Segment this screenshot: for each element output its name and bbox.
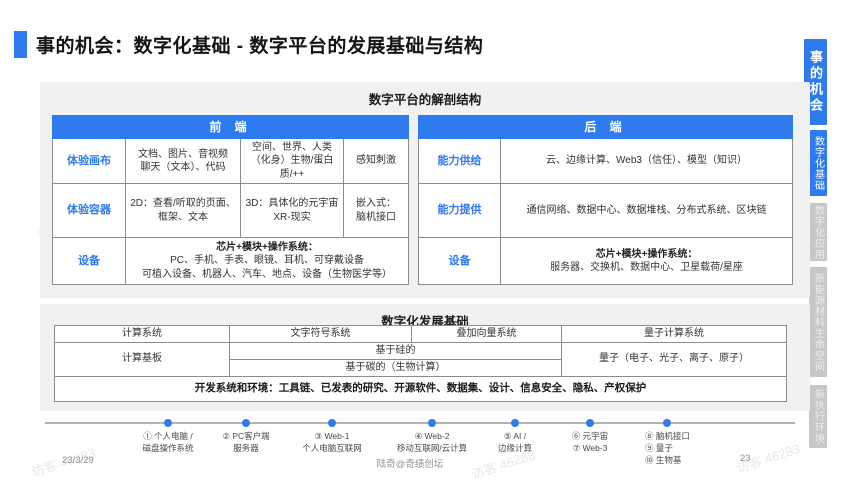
cell-line: 脑机接口 [356,212,396,223]
timeline-dot [586,419,594,427]
timeline-dot [511,419,519,427]
table-cell: 云、边缘计算、Web3（信任）、模型（知识） [501,139,793,184]
cell-line: 文档、图片、音视频 [138,149,228,160]
table-cell: 嵌入式： 脑机接口 [344,184,409,238]
timeline-line: 个人电脑互联网 [302,443,362,453]
footer-date: 23/3/29 [62,455,94,466]
timeline-label-4: ④ Web-2 移动互联网/云计算 [397,431,467,455]
table-row: 计算系统 文字符号系统 叠加向量系统 量子计算系统 [55,326,787,343]
footer-author: 陆奇@奇绩创坛 [330,456,490,470]
title-accent-bar [14,31,27,58]
sidebar-tab-new-exec-env[interactable]: 新执行环境 [809,385,827,448]
timeline-label-2: ② PC客户端 服务器 [222,431,269,455]
row-label: 能力供给 [419,139,501,184]
table-cell: 量子计算系统 [562,326,787,343]
timeline-line: ⑨ 量子 [645,443,673,453]
table-cell: 芯片+模块+操作系统： PC、手机、手表、眼镜、耳机、可穿戴设备 可植入设备、机… [126,238,409,285]
foundation-panel: 数字化发展基础 计算系统 文字符号系统 叠加向量系统 量子计算系统 计算基板 基… [40,304,810,411]
row-label: 设备 [53,238,126,285]
timeline-axis [45,422,795,424]
cell-line: 可植入设备、机器人、汽车、地点、设备（生物医学等） [142,269,392,280]
row-label: 体验画布 [53,139,126,184]
back-end-table: 后 端 能力供给 云、边缘计算、Web3（信任）、模型（知识） 能力提供 通信网… [418,115,793,285]
table-cell: 3D：具体化的元宇宙 XR-现实 [241,184,344,238]
timeline-line: ① 个人电脑 / [143,431,193,441]
cell-line: XR-现实 [273,212,310,223]
table-cell: 感知刺激 [344,139,409,184]
table-row: 设备 芯片+模块+操作系统： PC、手机、手表、眼镜、耳机、可穿戴设备 可植入设… [53,238,409,285]
timeline-dot [242,419,250,427]
table-cell: 基于碳的（生物计算） [230,359,562,376]
foundation-table: 计算系统 文字符号系统 叠加向量系统 量子计算系统 计算基板 基于硅的 量子（电… [54,325,787,402]
timeline-line: ⑤ AI / [504,431,526,441]
table-row: 体验容器 2D：查看/听取的页面、框架、文本 3D：具体化的元宇宙 XR-现实 … [53,184,409,238]
timeline-line: ⑧ 脑机接口 [645,431,690,441]
table-cell: 文字符号系统 [230,326,412,343]
table-cell: 2D：查看/听取的页面、框架、文本 [126,184,241,238]
timeline-line: ⑩ 生物基 [645,455,681,465]
timeline-line: ③ Web-1 [315,431,350,441]
table-row: 能力供给 云、边缘计算、Web3（信任）、模型（知识） [419,139,793,184]
timeline-line: 服务器 [233,443,259,453]
timeline-line: 移动互联网/云计算 [397,443,467,453]
page-title: 事的机会：数字化基础 - 数字平台的发展基础与结构 [36,31,483,58]
table-cell: 计算基板 [55,342,230,376]
table-cell: 基于硅的 [230,342,562,359]
footer-page-number: 23 [740,453,751,464]
timeline-line: ④ Web-2 [415,431,450,441]
timeline-dot [428,419,436,427]
front-end-header: 前 端 [53,116,409,139]
timeline-label-5: ⑤ AI / 边缘计算 [498,431,532,455]
cell-line: 聊天（文本）、代码 [141,162,226,173]
timeline-line: ⑥ 元宇宙 [572,431,608,441]
table-cell: 计算系统 [55,326,230,343]
anatomy-panel-title: 数字平台的解剖结构 [40,82,810,108]
cell-line: 服务器、交换机、数据中心、卫星载荷/星座 [550,262,743,273]
sidebar-tab-digital-base[interactable]: 数字化基础 [809,130,827,196]
table-cell: 文档、图片、音视频 聊天（文本）、代码 [126,139,241,184]
timeline-label-7: ⑧ 脑机接口 ⑨ 量子 ⑩ 生物基 [645,431,690,467]
table-cell: 通信网络、数据中心、数据堆栈、分布式系统、区块链 [501,184,793,238]
slide-canvas: 访客 46283 访客 46283 访客 46283 访客 46283 访客 4… [0,0,853,489]
cell-bold-line: 芯片+模块+操作系统： [596,249,698,260]
table-row: 设备 芯片+模块+操作系统： 服务器、交换机、数据中心、卫星载荷/星座 [419,238,793,285]
table-row: 能力提供 通信网络、数据中心、数据堆栈、分布式系统、区块链 [419,184,793,238]
table-row: 体验画布 文档、图片、音视频 聊天（文本）、代码 空间、世界、人类（化身）生物/… [53,139,409,184]
cell-line: PC、手机、手表、眼镜、耳机、可穿戴设备 [170,255,364,266]
row-label: 能力提供 [419,184,501,238]
slide-title-row: 事的机会：数字化基础 - 数字平台的发展基础与结构 [14,31,483,58]
table-row: 计算基板 基于硅的 量子（电子、光子、离子、原子） [55,342,787,359]
table-cell: 芯片+模块+操作系统： 服务器、交换机、数据中心、卫星载荷/星座 [501,238,793,285]
back-end-header: 后 端 [419,116,793,139]
row-label: 体验容器 [53,184,126,238]
timeline-line: ⑦ Web-3 [573,443,608,453]
timeline-label-3: ③ Web-1 个人电脑互联网 [302,431,362,455]
timeline-label-1: ① 个人电脑 / 磁盘操作系统 [142,431,193,455]
anatomy-panel: 数字平台的解剖结构 前 端 体验画布 文档、图片、音视频 聊天（文本）、代码 空… [40,82,810,298]
sidebar-tab-new-energy[interactable]: 新能源材料生命空间 [809,267,827,377]
table-cell: 量子（电子、光子、离子、原子） [562,342,787,376]
dev-env-cell: 开发系统和环境：工具链、已发表的研究、开源软件、数据集、设计、信息安全、隐私、产… [55,376,787,401]
sidebar-tab-digital-apps[interactable]: 数字化应用 [809,203,827,261]
timeline-dot [663,419,671,427]
timeline-label-6: ⑥ 元宇宙 ⑦ Web-3 [572,431,608,455]
cell-bold-line: 芯片+模块+操作系统： [216,242,318,253]
timeline-line: 磁盘操作系统 [142,443,193,453]
timeline-line: 边缘计算 [498,443,532,453]
timeline-line: ② PC客户端 [222,431,269,441]
row-label: 设备 [419,238,501,285]
timeline-dot [328,419,336,427]
table-cell: 叠加向量系统 [412,326,562,343]
table-row: 开发系统和环境：工具链、已发表的研究、开源软件、数据集、设计、信息安全、隐私、产… [55,376,787,401]
cell-line: 3D：具体化的元宇宙 [246,198,339,209]
front-end-table: 前 端 体验画布 文档、图片、音视频 聊天（文本）、代码 空间、世界、人类（化身… [52,115,409,285]
table-cell: 空间、世界、人类（化身）生物/蛋白质/++ [241,139,344,184]
cell-line: 嵌入式： [356,198,396,209]
timeline-dot [164,419,172,427]
